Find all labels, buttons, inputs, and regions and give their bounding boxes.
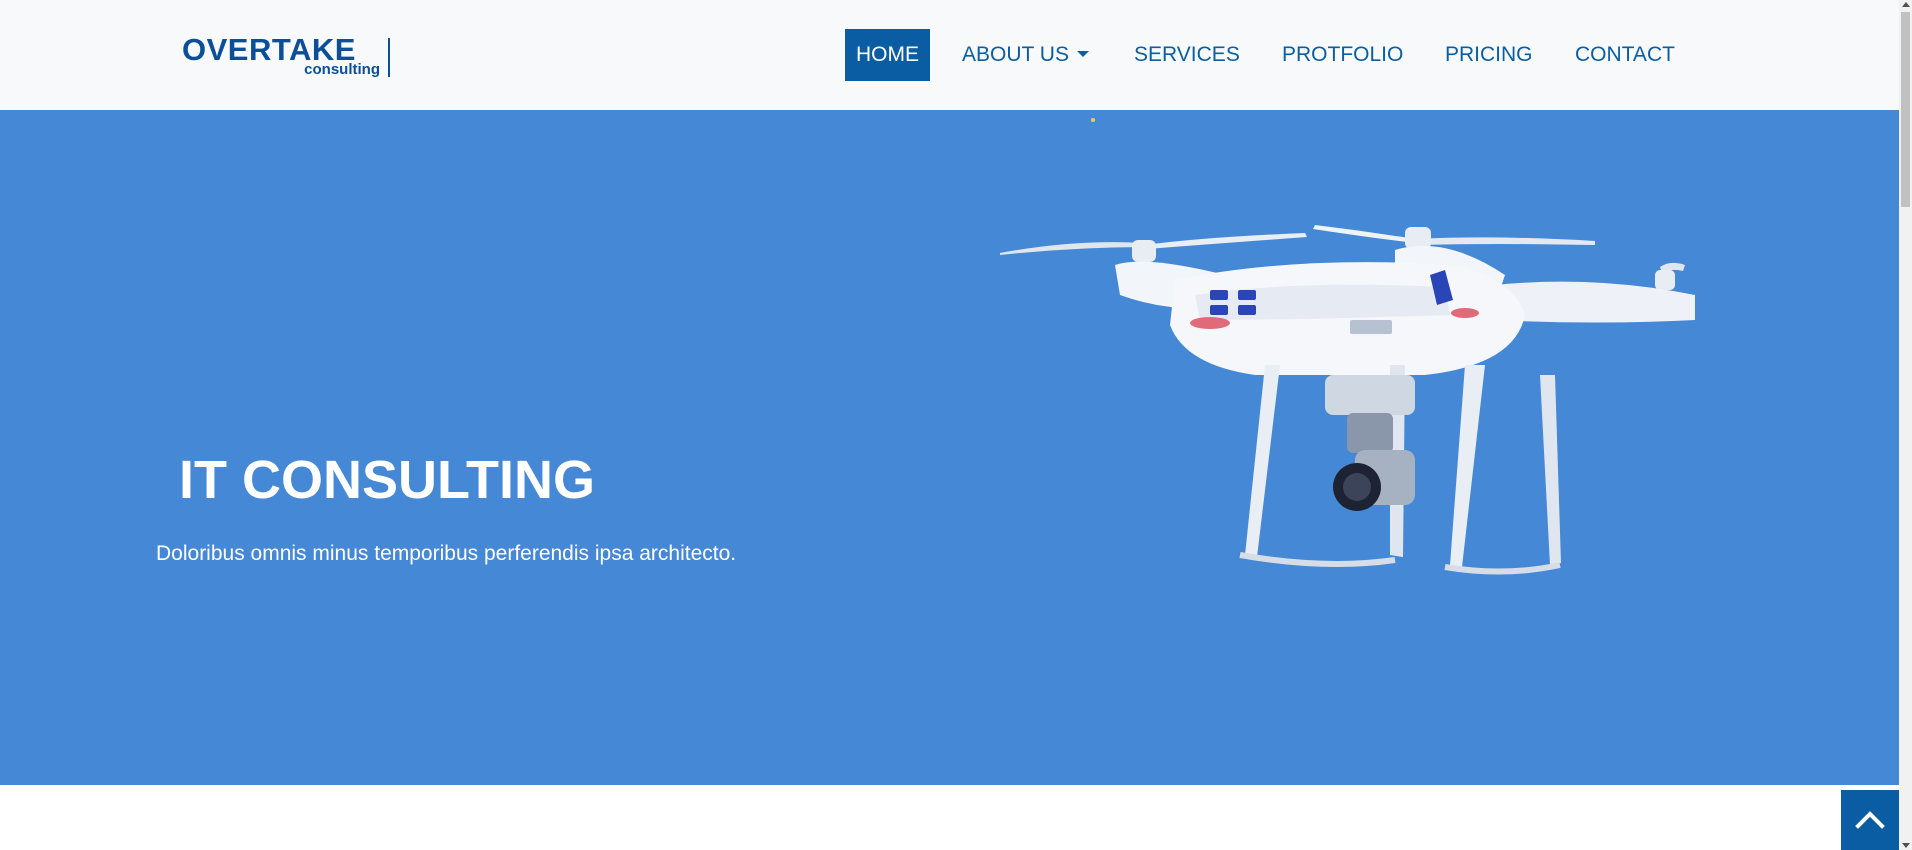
drone-image (1000, 225, 1695, 575)
nav-portfolio[interactable]: PROTFOLIO (1282, 29, 1403, 81)
nav-home[interactable]: HOME (845, 29, 930, 81)
caret-down-icon (1076, 51, 1089, 57)
navbar: OVERTAKE consulting HOME ABOUT US SERVIC… (0, 0, 1899, 110)
nav-services[interactable]: SERVICES (1134, 29, 1240, 81)
page-scrollbar[interactable] (1899, 0, 1912, 850)
hero-subtitle: Doloribus omnis minus temporibus perfere… (156, 542, 737, 565)
nav-contact[interactable]: CONTACT (1575, 29, 1675, 81)
back-to-top-button[interactable] (1841, 790, 1899, 850)
nav-about-us-label: ABOUT US (962, 43, 1069, 66)
logo-main-text: OVERTAKE (182, 32, 356, 67)
scrollbar-thumb[interactable] (1901, 12, 1910, 207)
scroll-up-arrow-icon[interactable] (1902, 2, 1910, 7)
logo-sub-text: consulting (304, 61, 380, 78)
hero-section: IT CONSULTING Doloribus omnis minus temp… (0, 110, 1899, 785)
nav-about-us[interactable]: ABOUT US (962, 29, 1089, 81)
hero-title: IT CONSULTING (179, 450, 595, 510)
scroll-down-arrow-icon[interactable] (1902, 843, 1910, 848)
decorative-dot (1091, 118, 1095, 122)
nav-pricing[interactable]: PRICING (1445, 29, 1533, 81)
chevron-up-icon (1855, 811, 1885, 829)
logo-divider (388, 38, 390, 77)
brand-logo[interactable]: OVERTAKE consulting (182, 32, 390, 78)
